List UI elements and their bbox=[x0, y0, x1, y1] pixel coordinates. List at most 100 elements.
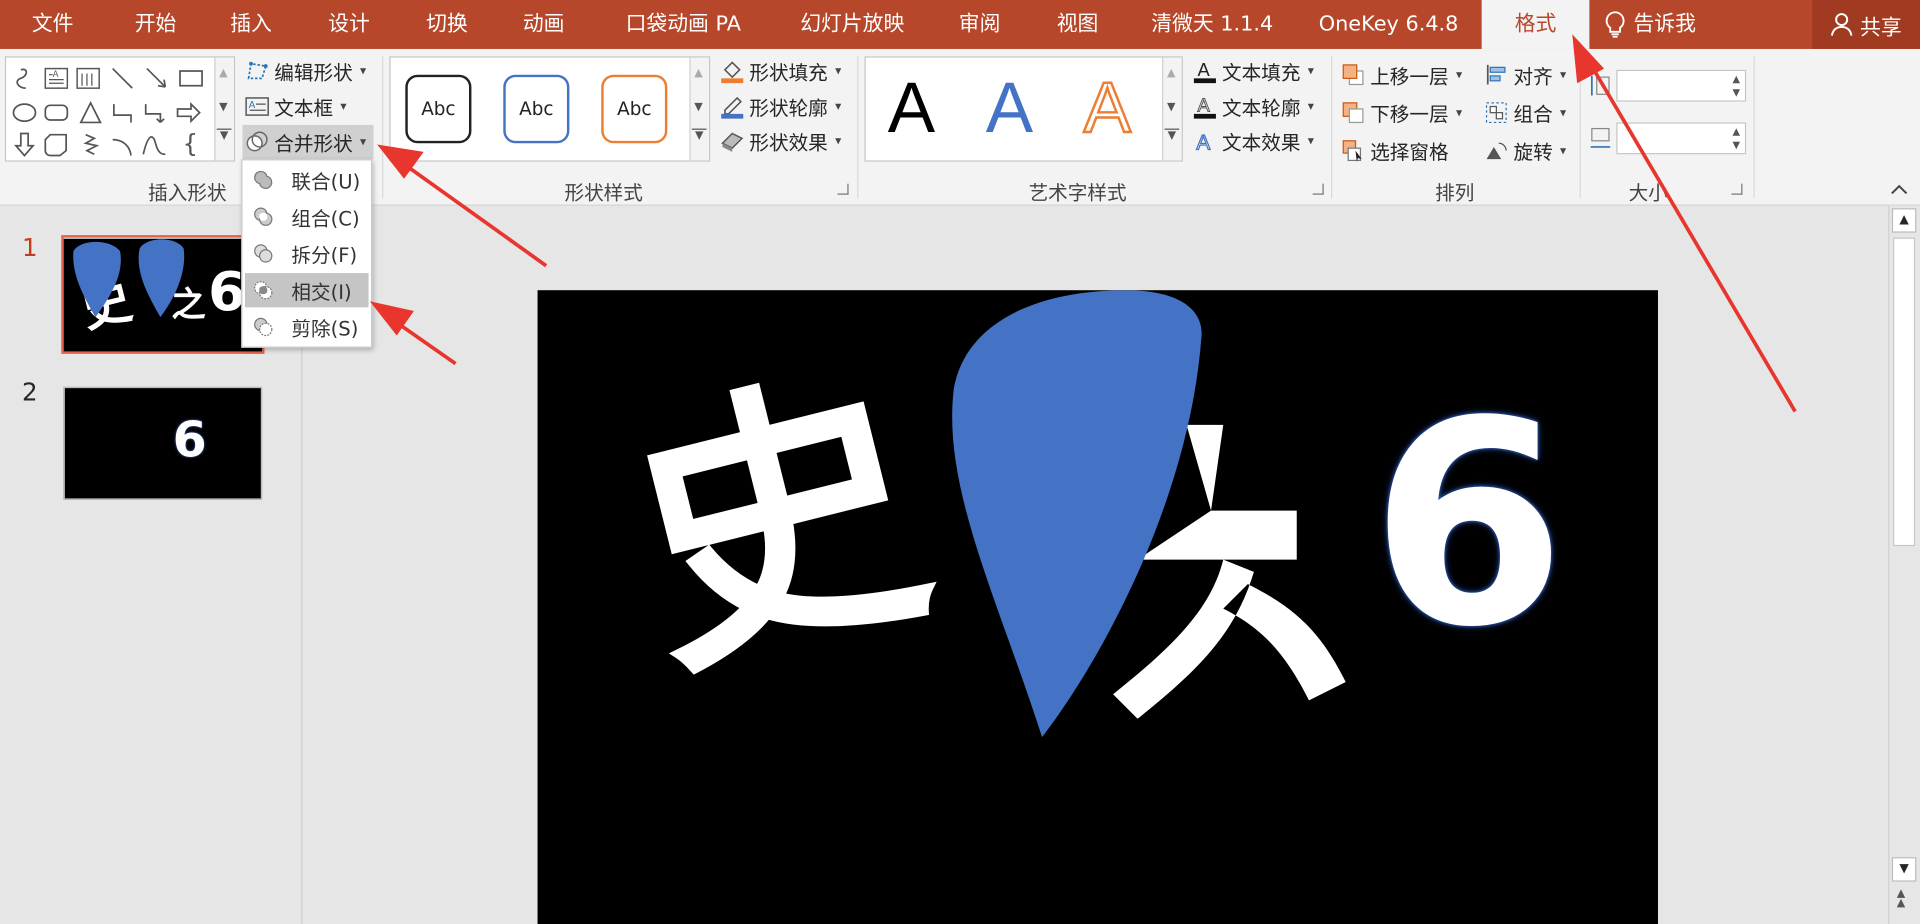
shape-effects-icon bbox=[721, 132, 744, 152]
tab-onekey[interactable]: OneKey 6.4.8 bbox=[1310, 0, 1467, 49]
share-button[interactable]: 共享 bbox=[1812, 0, 1920, 49]
shape-style-blue[interactable]: Abc bbox=[503, 74, 570, 144]
tab-format[interactable]: 格式 bbox=[1481, 0, 1590, 49]
slide-thumbnail-2[interactable]: 6 bbox=[63, 386, 263, 500]
slide-thumbnail-1[interactable]: 史 之 6 bbox=[63, 238, 263, 352]
vertical-textbox-icon[interactable] bbox=[75, 65, 102, 92]
thumb-blue-shapes bbox=[73, 239, 185, 318]
shape-style-gallery[interactable]: Abc Abc Abc ▲ ▼ ▼ bbox=[389, 56, 711, 162]
tab-qingweitian[interactable]: 清微天 1.1.4 bbox=[1139, 0, 1286, 49]
group-icon bbox=[1485, 102, 1507, 124]
merge-shapes-button[interactable]: 合并形状 ▾ bbox=[242, 124, 374, 160]
align-icon bbox=[1486, 64, 1506, 85]
textbox-shape-icon[interactable]: A bbox=[43, 65, 70, 92]
height-spinner-icon[interactable]: ▲ ▼ bbox=[1732, 72, 1740, 99]
shape-styles-launcher-icon[interactable] bbox=[837, 183, 849, 195]
scroll-up-icon[interactable]: ▲ bbox=[1891, 208, 1917, 233]
style-gallery-scroll[interactable]: ▲ ▼ ▼ bbox=[689, 57, 709, 161]
wordart-blue[interactable]: A bbox=[986, 67, 1033, 149]
slide-blue-shape[interactable] bbox=[942, 290, 1211, 743]
wordart-black[interactable]: A bbox=[888, 67, 935, 149]
wordart-gallery-scroll[interactable]: ▲ ▼ ▼ bbox=[1162, 57, 1182, 161]
text-effects-button[interactable]: A 文本效果 ▾ bbox=[1193, 125, 1314, 157]
share-label: 共享 bbox=[1860, 15, 1902, 40]
shape-effects-label: 形状效果 bbox=[749, 131, 828, 155]
size-group-label: 大小 bbox=[1628, 181, 1668, 205]
send-backward-button[interactable]: 下移一层 ▾ bbox=[1341, 97, 1462, 129]
shape-style-orange[interactable]: Abc bbox=[601, 74, 668, 144]
shape-effects-button[interactable]: 形状效果 ▾ bbox=[720, 125, 841, 157]
curve-icon[interactable] bbox=[141, 131, 168, 158]
align-button[interactable]: 对齐 ▾ bbox=[1484, 59, 1566, 91]
arc-icon[interactable] bbox=[109, 131, 136, 158]
triangle-icon[interactable] bbox=[77, 99, 104, 126]
wordart-styles-launcher-icon[interactable] bbox=[1312, 183, 1324, 195]
down-arrow-icon[interactable] bbox=[11, 131, 38, 158]
tab-review[interactable]: 审阅 bbox=[943, 0, 1016, 49]
menu-item-union[interactable]: 联合(U) bbox=[245, 163, 369, 197]
freeform-icon[interactable] bbox=[11, 65, 38, 92]
line-icon[interactable] bbox=[109, 65, 136, 92]
width-spinner-icon[interactable]: ▲ ▼ bbox=[1732, 125, 1740, 152]
tell-me-box[interactable]: 告诉我 bbox=[1604, 0, 1696, 49]
wordart-gallery[interactable]: A A A ▲ ▼ ▼ bbox=[864, 56, 1183, 162]
rotate-button[interactable]: 旋转 ▾ bbox=[1484, 135, 1566, 167]
size-launcher-icon[interactable] bbox=[1731, 183, 1743, 195]
elbow-arrow-connector-icon[interactable] bbox=[141, 99, 168, 126]
tab-animations[interactable]: 动画 bbox=[501, 0, 587, 49]
textbox-button[interactable]: A 文本框 ▾ bbox=[245, 91, 347, 123]
intersect-icon bbox=[254, 281, 273, 300]
tab-slideshow[interactable]: 幻灯片放映 bbox=[784, 0, 921, 49]
arrow-line-icon[interactable] bbox=[143, 65, 170, 92]
menu-item-intersect[interactable]: 相交(I) bbox=[244, 273, 369, 308]
shape-outline-button[interactable]: 形状轮廓 ▾ bbox=[720, 91, 841, 123]
tab-design[interactable]: 设计 bbox=[306, 0, 392, 49]
shape-fill-button[interactable]: 形状填充 ▾ bbox=[720, 55, 841, 87]
scrollbar-thumb[interactable] bbox=[1893, 237, 1916, 547]
shape-style-black[interactable]: Abc bbox=[405, 74, 472, 144]
edit-shape-button[interactable]: 编辑形状 ▾ bbox=[245, 55, 366, 87]
svg-text:A: A bbox=[53, 70, 59, 80]
combine-label: 组合(C) bbox=[291, 206, 360, 231]
tab-file[interactable]: 文件 bbox=[10, 0, 96, 49]
tab-view[interactable]: 视图 bbox=[1041, 0, 1114, 49]
gallery-scroll[interactable]: ▲ ▼ ▼ bbox=[214, 57, 234, 161]
shape-styles-group-label: 形状样式 bbox=[564, 181, 643, 205]
slide-char-left[interactable]: 史 bbox=[602, 333, 954, 718]
elbow-connector-icon[interactable] bbox=[109, 99, 136, 126]
bring-forward-button[interactable]: 上移一层 ▾ bbox=[1341, 59, 1462, 91]
text-outline-button[interactable]: A 文本轮廓 ▾ bbox=[1193, 91, 1314, 123]
menu-item-combine[interactable]: 组合(C) bbox=[245, 200, 369, 234]
snip-shape-icon[interactable] bbox=[43, 131, 70, 158]
scribble-icon[interactable] bbox=[77, 131, 104, 158]
oval-icon[interactable] bbox=[11, 99, 38, 126]
vertical-scrollbar[interactable]: ▲ ▼ ▲ ▲ bbox=[1888, 205, 1920, 924]
edit-shape-label: 编辑形状 bbox=[274, 61, 353, 85]
text-outline-label: 文本轮廓 bbox=[1222, 96, 1301, 121]
powerpoint-window: 文件 开始 插入 设计 切换 动画 口袋动画 PA 幻灯片放映 审阅 视图 清微… bbox=[0, 0, 1920, 924]
selection-pane-button[interactable]: 选择窗格 bbox=[1341, 135, 1449, 167]
shapes-gallery[interactable]: A { ▲ ▼ ▼ bbox=[4, 56, 236, 162]
scroll-down-icon[interactable]: ▼ bbox=[1891, 857, 1917, 882]
shape-width-field[interactable]: ▲ ▼ bbox=[1616, 122, 1747, 155]
collapse-ribbon-icon[interactable] bbox=[1889, 181, 1909, 196]
tab-insert[interactable]: 插入 bbox=[208, 0, 294, 49]
rounded-rectangle-icon[interactable] bbox=[43, 99, 70, 126]
previous-slide-icon[interactable]: ▲ ▲ bbox=[1897, 888, 1905, 909]
tab-home[interactable]: 开始 bbox=[113, 0, 199, 49]
tab-pocket-animation[interactable]: 口袋动画 PA bbox=[612, 0, 754, 49]
right-arrow-icon[interactable] bbox=[175, 99, 202, 126]
shape-height-field[interactable]: ▲ ▼ bbox=[1616, 69, 1747, 102]
combine-icon bbox=[254, 207, 273, 226]
wordart-orange-outline[interactable]: A bbox=[1082, 67, 1132, 149]
rectangle-icon[interactable] bbox=[178, 65, 205, 92]
tab-transitions[interactable]: 切换 bbox=[404, 0, 490, 49]
menu-item-subtract[interactable]: 剪除(S) bbox=[245, 310, 369, 344]
slide-char-right[interactable]: 6 bbox=[1370, 385, 1566, 668]
slide-canvas[interactable]: 史 6 bbox=[537, 290, 1658, 924]
text-fill-button[interactable]: A 文本填充 ▾ bbox=[1193, 55, 1314, 87]
union-icon bbox=[254, 170, 273, 190]
menu-item-fragment[interactable]: 拆分(F) bbox=[245, 236, 369, 270]
group-button[interactable]: 组合 ▾ bbox=[1484, 97, 1566, 129]
brace-icon[interactable]: { bbox=[182, 129, 209, 158]
